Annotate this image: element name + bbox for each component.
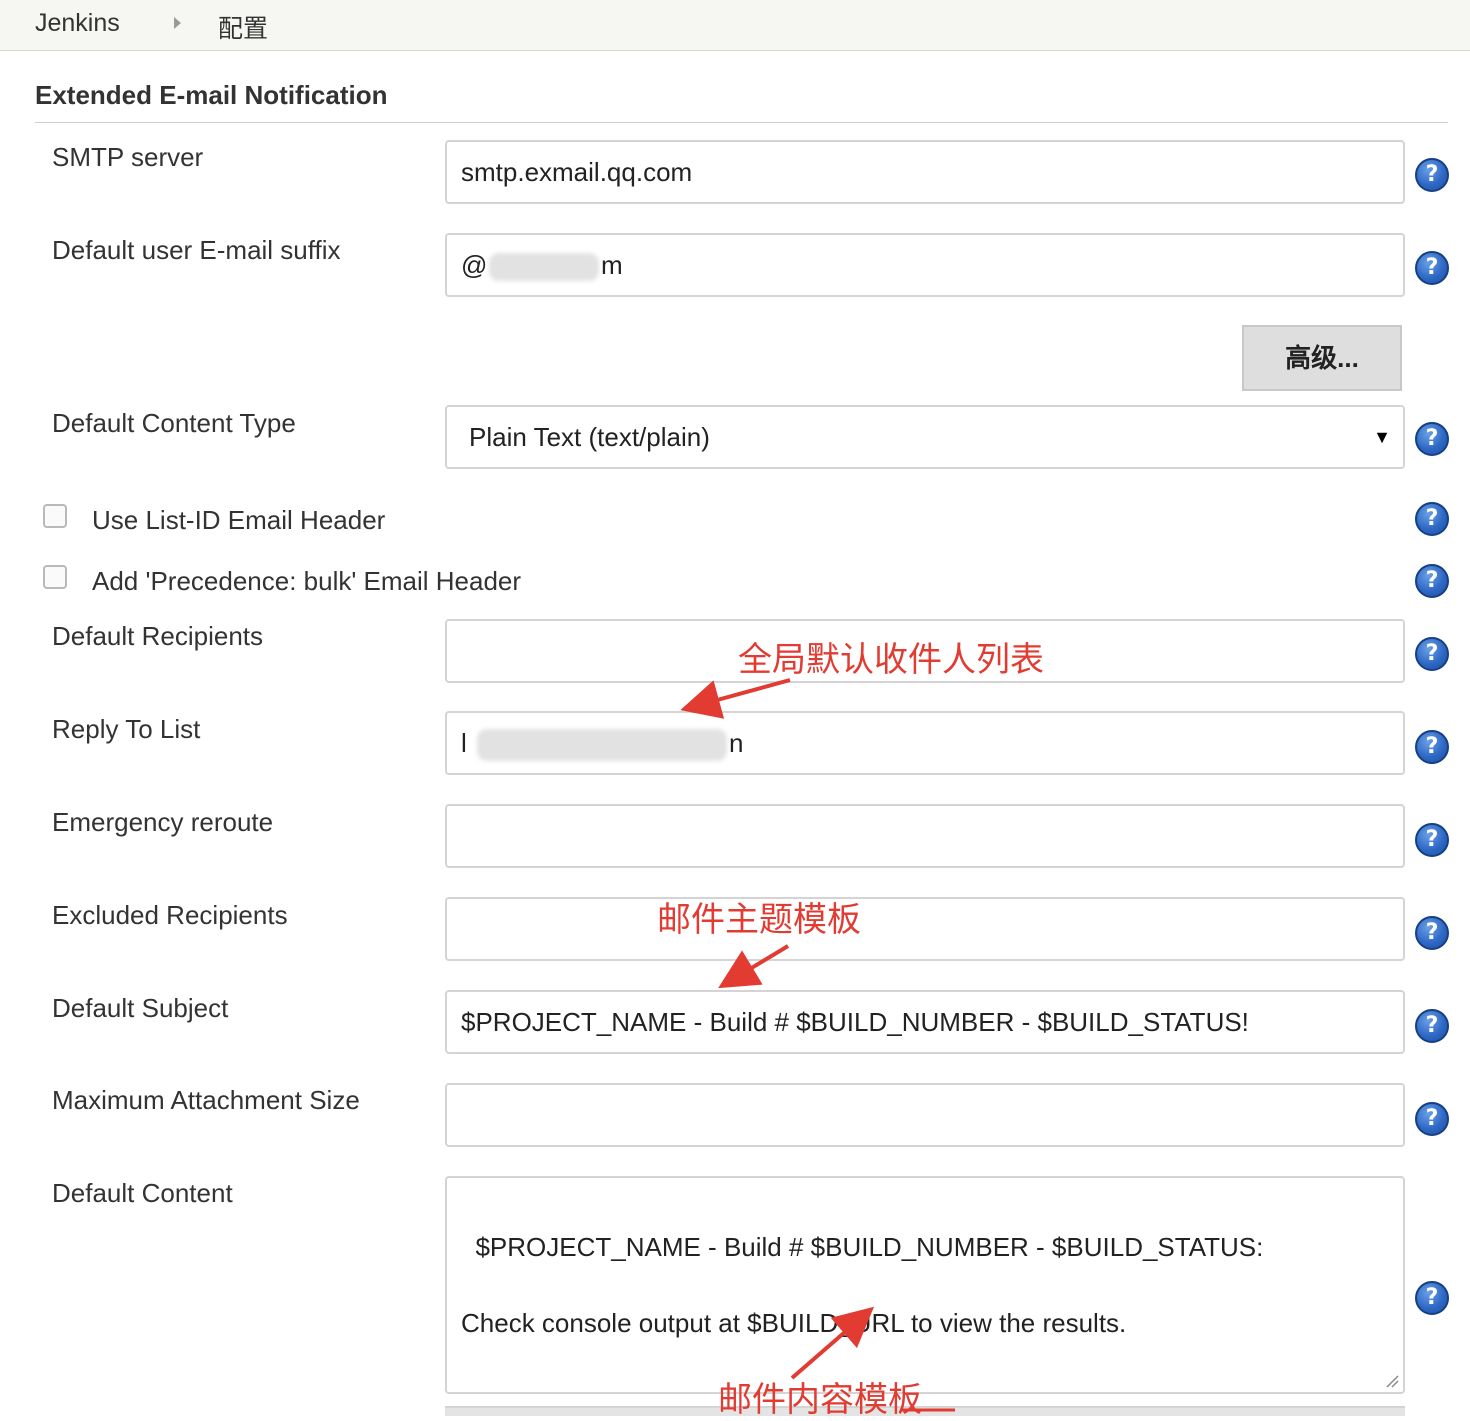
excluded-recipients-help-icon[interactable]: ? (1415, 916, 1449, 950)
default-subject-input[interactable]: $PROJECT_NAME - Build # $BUILD_NUMBER - … (445, 990, 1405, 1054)
max-attachment-help-icon[interactable]: ? (1415, 1102, 1449, 1136)
breadcrumb: Jenkins 配置 (0, 0, 1470, 51)
email-suffix-label: Default user E-mail suffix (52, 235, 341, 265)
advanced-button[interactable]: 高级... (1242, 325, 1402, 391)
chevron-down-icon: ▼ (1373, 427, 1391, 447)
recipients-arrow-icon (680, 678, 791, 719)
emergency-reroute-help-icon[interactable]: ? (1415, 823, 1449, 857)
redacted-text-blur (477, 729, 727, 761)
recipients-annotation: 全局默认收件人列表 (738, 640, 1044, 680)
excluded-recipients-input[interactable] (445, 897, 1405, 961)
use-list-id-label[interactable]: Use List-ID Email Header (92, 505, 385, 536)
subject-annotation: 邮件主题模板 (657, 900, 861, 940)
content-type-label: Default Content Type (52, 408, 296, 438)
excluded-recipients-label: Excluded Recipients (52, 900, 288, 930)
reply-to-label: Reply To List (52, 714, 201, 744)
email-suffix-input[interactable]: @ m (445, 233, 1405, 297)
breadcrumb-separator-icon (174, 17, 181, 29)
reply-to-value-start: l (461, 728, 467, 758)
add-precedence-label[interactable]: Add 'Precedence: bulk' Email Header (92, 566, 521, 597)
default-subject-help-icon[interactable]: ? (1415, 1009, 1449, 1043)
reply-to-value-end: n (729, 728, 744, 758)
emergency-reroute-label: Emergency reroute (52, 807, 274, 837)
max-attachment-label: Maximum Attachment Size (52, 1085, 360, 1115)
reply-to-help-icon[interactable]: ? (1415, 730, 1449, 764)
content-type-select[interactable]: Plain Text (text/plain) ▼ (445, 405, 1405, 469)
default-content-text: $PROJECT_NAME - Build # $BUILD_NUMBER - … (461, 1232, 1264, 1338)
content-type-help-icon[interactable]: ? (1415, 422, 1449, 456)
smtp-server-label: SMTP server (52, 142, 204, 172)
breadcrumb-current[interactable]: 配置 (218, 9, 268, 45)
default-recipients-label: Default Recipients (52, 621, 263, 651)
add-precedence-checkbox[interactable] (43, 565, 67, 589)
default-subject-label: Default Subject (52, 993, 229, 1023)
smtp-server-input[interactable]: smtp.exmail.qq.com (445, 140, 1405, 204)
email-suffix-value-end: m (601, 250, 623, 280)
resize-grip-icon[interactable] (1385, 1374, 1399, 1388)
default-content-textarea[interactable]: $PROJECT_NAME - Build # $BUILD_NUMBER - … (445, 1176, 1405, 1394)
emergency-reroute-input[interactable] (445, 804, 1405, 868)
add-precedence-help-icon[interactable]: ? (1415, 564, 1449, 598)
section-title: Extended E-mail Notification (35, 80, 388, 110)
redacted-text-blur (489, 253, 599, 281)
default-recipients-help-icon[interactable]: ? (1415, 637, 1449, 671)
email-suffix-value-start: @ (461, 250, 488, 280)
smtp-server-help-icon[interactable]: ? (1415, 158, 1449, 192)
content-type-selected-value: Plain Text (text/plain) (469, 422, 710, 452)
default-content-label: Default Content (52, 1178, 233, 1208)
use-list-id-checkbox[interactable] (43, 504, 67, 528)
email-suffix-help-icon[interactable]: ? (1415, 251, 1449, 285)
breadcrumb-jenkins-link[interactable]: Jenkins (35, 9, 120, 38)
reply-to-input[interactable]: l n (445, 711, 1405, 775)
section-divider (35, 122, 1448, 123)
default-content-help-icon[interactable]: ? (1415, 1281, 1449, 1315)
use-list-id-help-icon[interactable]: ? (1415, 502, 1449, 536)
next-field-edge (445, 1406, 1405, 1416)
max-attachment-input[interactable] (445, 1083, 1405, 1147)
